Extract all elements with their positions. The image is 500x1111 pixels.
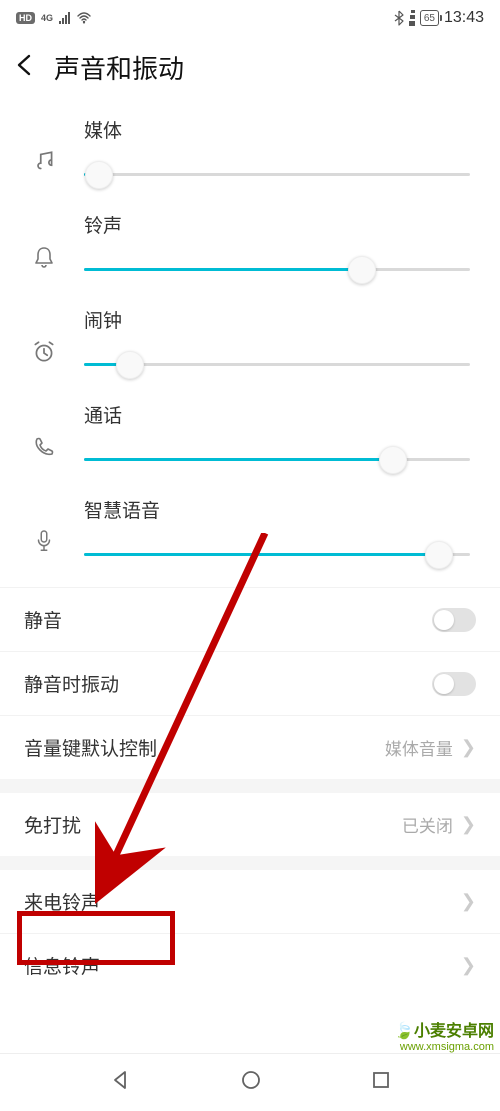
page-title: 声音和振动 [54,49,184,86]
slider-label: 通话 [84,401,470,428]
signal-icon [59,12,70,24]
clock: 13:43 [444,9,484,27]
row-label: 信息铃声 [24,952,100,979]
watermark-title: 小麦安卓网 [414,1023,494,1040]
slider-call: 通话 [30,397,470,478]
row-mute[interactable]: 静音 [0,587,500,651]
settings-list-3: 来电铃声 ❯ 信息铃声 ❯ [0,870,500,997]
leaf-icon: 🍃 [394,1023,414,1040]
bluetooth-icon [394,10,404,26]
wifi-icon [76,12,92,24]
mute-toggle[interactable] [432,608,476,632]
vibrate-toggle[interactable] [432,672,476,696]
row-value: 已关闭 [402,812,453,837]
chevron-right-icon: ❯ [461,955,476,976]
chevron-right-icon: ❯ [461,891,476,912]
status-left: HD 4G [16,12,92,24]
slider-ringtone: 铃声 [30,207,470,288]
section-gap [0,856,500,870]
battery-gauge-icon [409,10,415,26]
watermark: 🍃小麦安卓网 www.xmsigma.com [394,1017,494,1053]
net-type: 4G [41,13,53,23]
slider-label: 闹钟 [84,306,470,333]
title-bar: 声音和振动 [0,36,500,98]
status-bar: HD 4G 65 13:43 [0,0,500,36]
battery-level: 65 [424,13,435,24]
nav-home-button[interactable] [240,1069,262,1096]
row-value: 媒体音量 [385,735,453,760]
row-vibrate-on-mute[interactable]: 静音时振动 [0,651,500,715]
chevron-right-icon: ❯ [461,814,476,835]
chevron-right-icon: ❯ [461,737,476,758]
nav-back-button[interactable] [109,1069,131,1096]
media-slider[interactable] [84,161,470,189]
volume-sliders: 媒体 铃声 闹钟 通话 [0,112,500,587]
ringtone-slider[interactable] [84,256,470,284]
music-note-icon [30,132,58,192]
slider-alarm: 闹钟 [30,302,470,383]
settings-list-2: 免打扰 已关闭 ❯ [0,793,500,856]
row-label: 静音 [24,606,62,633]
section-gap [0,779,500,793]
alarm-slider[interactable] [84,351,470,379]
call-slider[interactable] [84,446,470,474]
system-nav-bar [0,1053,500,1111]
watermark-sub: www.xmsigma.com [394,1041,494,1053]
row-label: 来电铃声 [24,888,100,915]
nav-recent-button[interactable] [371,1070,391,1095]
status-right: 65 13:43 [394,9,484,27]
phone-icon [30,417,58,477]
slider-label: 铃声 [84,211,470,238]
hd-badge: HD [16,12,35,24]
back-button[interactable] [14,53,40,82]
bell-icon [30,227,58,287]
slider-label: 智慧语音 [84,496,470,523]
alarm-clock-icon [30,322,58,382]
row-volume-key-default[interactable]: 音量键默认控制 媒体音量 ❯ [0,715,500,779]
slider-media: 媒体 [30,112,470,193]
slider-voice-assistant: 智慧语音 [30,492,470,573]
slider-label: 媒体 [84,116,470,143]
row-label: 音量键默认控制 [24,734,157,761]
battery-icon: 65 [420,10,439,26]
row-label: 静音时振动 [24,670,119,697]
row-label: 免打扰 [24,811,81,838]
row-message-ringtone[interactable]: 信息铃声 ❯ [0,933,500,997]
voice-slider[interactable] [84,541,470,569]
row-incoming-ringtone[interactable]: 来电铃声 ❯ [0,870,500,933]
row-dnd[interactable]: 免打扰 已关闭 ❯ [0,793,500,856]
settings-list: 静音 静音时振动 音量键默认控制 媒体音量 ❯ [0,587,500,779]
microphone-icon [30,512,58,572]
